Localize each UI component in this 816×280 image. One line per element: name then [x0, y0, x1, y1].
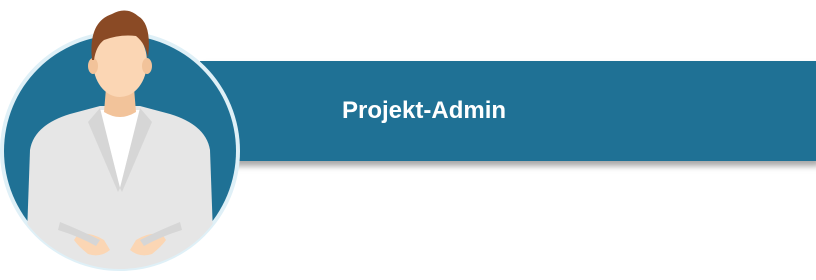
role-banner: Projekt-Admin — [200, 61, 816, 161]
role-title: Projekt-Admin — [342, 97, 507, 124]
role-card: Projekt-Admin — [0, 0, 816, 280]
ear-right — [142, 58, 152, 74]
person-avatar-icon — [0, 10, 240, 271]
ear-left — [88, 58, 98, 74]
